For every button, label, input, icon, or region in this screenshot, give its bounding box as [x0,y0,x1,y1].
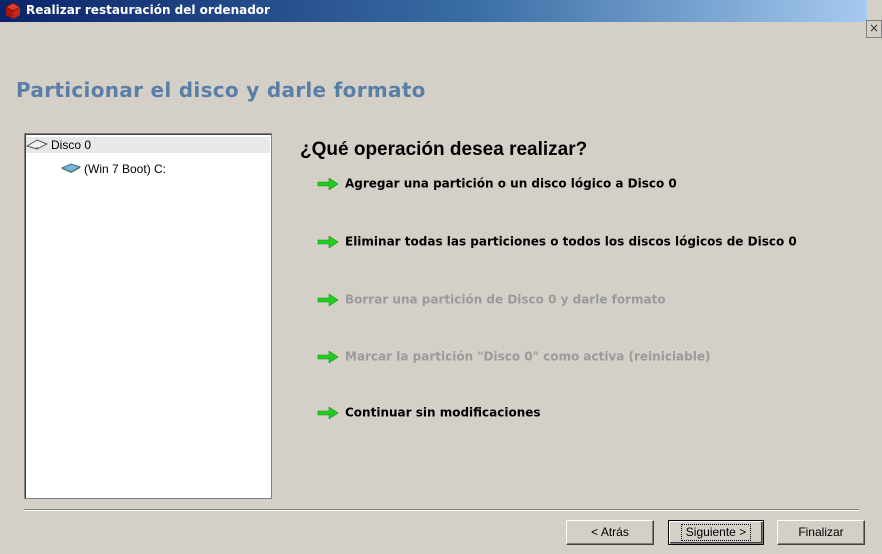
operation-question: ¿Qué operación desea realizar? [300,139,588,160]
disk-drive-icon [25,138,49,154]
green-arrow-icon [317,176,339,191]
footer-divider [24,509,859,511]
next-button[interactable]: Siguiente > [668,520,764,545]
green-arrow-icon [317,234,339,249]
option-label: Agregar una partición o un disco lógico … [345,176,677,191]
option-add-partition[interactable]: Agregar una partición o un disco lógico … [317,175,677,191]
green-arrow-icon [317,405,339,420]
window-title: Realizar restauración del ordenador [26,3,270,17]
title-bar: Realizar restauración del ordenador [0,0,867,22]
option-label: Continuar sin modificaciones [345,405,541,420]
app-cube-icon [4,2,22,20]
option-format-partition: Borrar una partición de Disco 0 y darle … [317,291,666,307]
option-continue-unchanged[interactable]: Continuar sin modificaciones [317,404,541,420]
next-button-label: Siguiente > [680,524,752,541]
green-arrow-icon [317,292,339,307]
green-arrow-icon [317,349,339,364]
page-title: Particionar el disco y darle formato [16,78,426,102]
disk-tree[interactable]: Disco 0 (Win 7 Boot) C: [24,133,272,499]
option-delete-all-partitions[interactable]: Eliminar todas las particiones o todos l… [317,233,797,249]
option-label: Borrar una partición de Disco 0 y darle … [345,292,666,307]
option-mark-active: Marcar la partición "Disco 0" como activ… [317,348,710,364]
option-label: Marcar la partición "Disco 0" como activ… [345,349,711,364]
partition-icon [60,162,82,178]
option-label: Eliminar todas las particiones o todos l… [345,234,797,249]
finish-button[interactable]: Finalizar [777,520,865,545]
close-button[interactable] [866,20,882,38]
tree-item-label: Disco 0 [51,138,92,152]
tree-item-partition[interactable]: (Win 7 Boot) C: [60,161,167,178]
restore-wizard-window: Realizar restauración del ordenador Part… [0,0,882,554]
tree-item-disk-0[interactable]: Disco 0 [25,137,270,154]
tree-item-label: (Win 7 Boot) C: [84,162,167,176]
back-button[interactable]: < Atrás [566,520,654,545]
